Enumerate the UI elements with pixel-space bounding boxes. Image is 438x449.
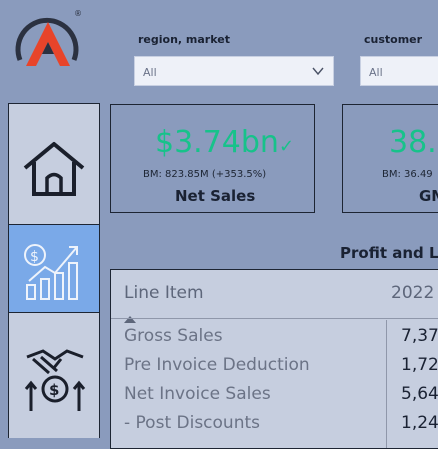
table-row-value: 1,72 <box>401 355 438 375</box>
region-market-dropdown[interactable]: All <box>134 56 334 86</box>
table-row-value: 7,37( <box>401 326 438 346</box>
customer-label: customer <box>364 33 423 46</box>
table-row-label: Pre Invoice Deduction <box>124 355 310 375</box>
table-row-label: Net Invoice Sales <box>124 384 271 404</box>
handshake-dollar-icon: $ <box>23 343 87 417</box>
svg-text:$: $ <box>30 249 39 265</box>
kpi-benchmark: BM: 823.85M (+353.5%) <box>143 169 267 180</box>
pl-table: Line Item 2022 Gross Sales 7,37( Pre Inv… <box>110 269 438 449</box>
company-logo: ® <box>12 6 84 76</box>
trend-check-icon: ✓ <box>278 136 295 157</box>
kpi-benchmark: BM: 36.49 <box>382 169 433 180</box>
home-icon <box>21 138 87 204</box>
col-header-line-item[interactable]: Line Item <box>124 283 204 303</box>
kpi-card-net-sales[interactable]: $3.74bn✓ BM: 823.85M (+353.5%) Net Sales <box>110 104 315 213</box>
kpi-value: $3.74bn✓ <box>155 125 295 160</box>
customer-dropdown[interactable]: All <box>360 56 438 86</box>
chevron-down-icon <box>311 63 325 82</box>
finance-growth-icon: $ <box>21 237 87 307</box>
table-row-value: 1,24 <box>401 413 438 433</box>
kpi-label: GM <box>419 187 438 205</box>
region-market-value: All <box>143 66 157 79</box>
kpi-label: Net Sales <box>175 187 256 205</box>
customer-value: All <box>369 66 383 79</box>
table-row-label: Gross Sales <box>124 326 223 346</box>
region-market-label: region, market <box>138 33 230 46</box>
col-header-year[interactable]: 2022 <box>391 283 434 303</box>
kpi-card-gm[interactable]: 38.0 BM: 36.49 GM <box>342 104 438 213</box>
table-row-value: 5,64 <box>401 384 438 404</box>
side-nav: $ $ <box>8 103 100 438</box>
pl-title: Profit and Lo <box>340 244 438 262</box>
nav-home-button[interactable] <box>9 132 99 220</box>
svg-text:®: ® <box>74 9 82 18</box>
nav-finance-button[interactable]: $ <box>9 225 99 312</box>
nav-sales-button[interactable]: $ <box>9 313 99 411</box>
kpi-value: 38.0 <box>389 125 438 160</box>
svg-text:$: $ <box>49 381 59 399</box>
table-row-label: - Post Discounts <box>124 413 260 433</box>
